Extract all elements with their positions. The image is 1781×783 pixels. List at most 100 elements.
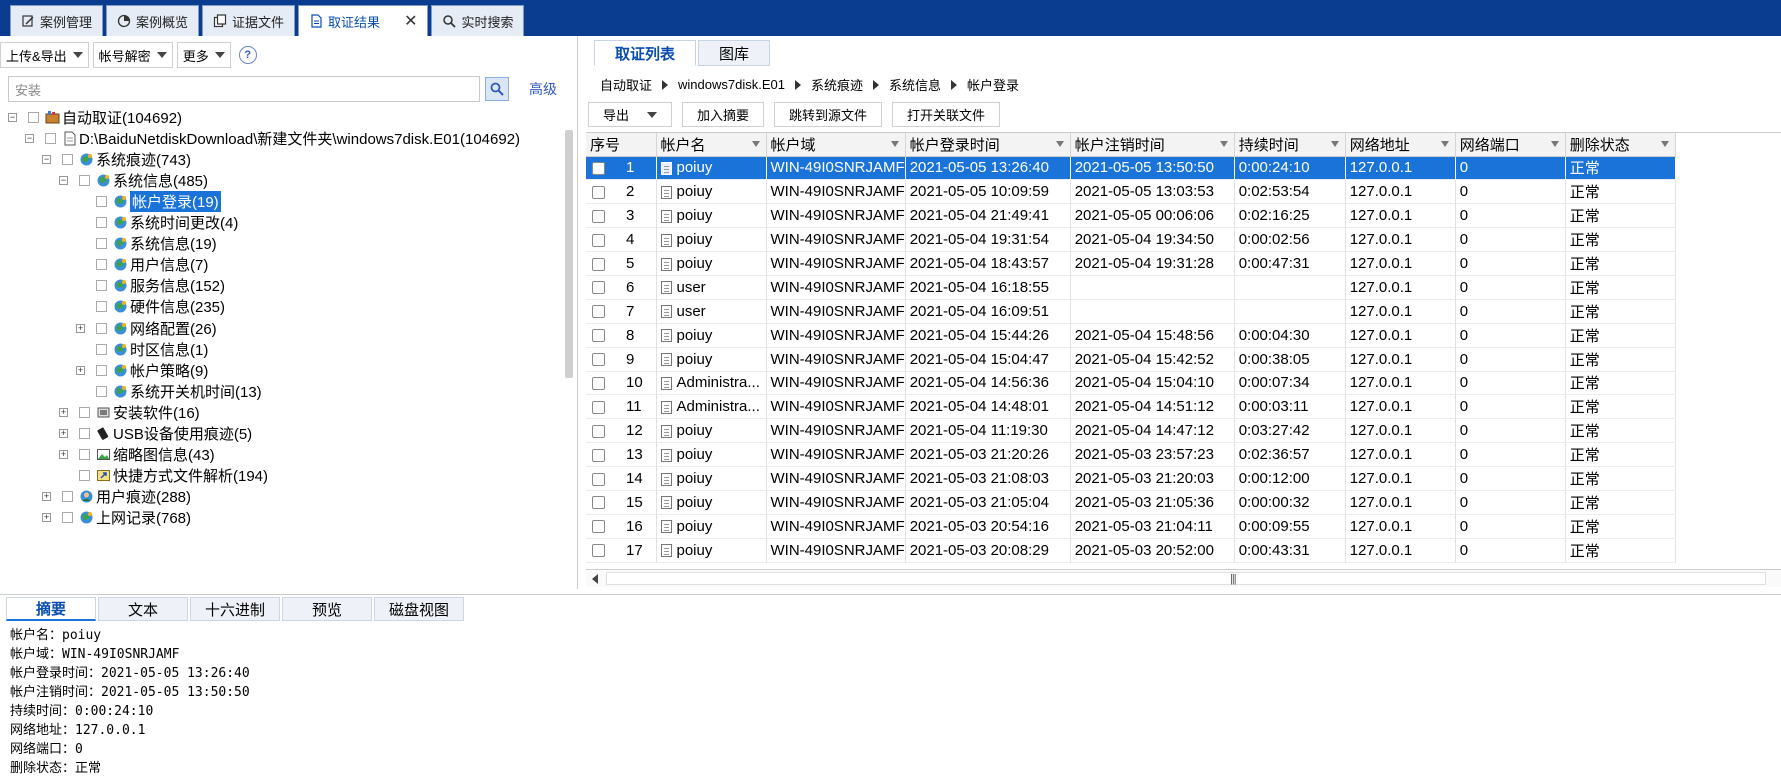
row-checkbox[interactable] xyxy=(592,424,605,438)
filter-icon[interactable] xyxy=(1440,141,1449,147)
result-tab-0[interactable]: 取证列表 xyxy=(594,40,697,66)
row-checkbox[interactable] xyxy=(592,281,605,295)
tree-checkbox[interactable] xyxy=(45,132,56,144)
tree-item[interactable]: 服务信息(152) xyxy=(76,275,225,297)
expand-icon[interactable]: + xyxy=(42,513,51,523)
tree-item[interactable]: + 网络配置(26) xyxy=(76,317,217,339)
column-header[interactable]: 删除状态 xyxy=(1565,133,1676,157)
tree-item[interactable]: 系统开关机时间(13) xyxy=(76,380,262,402)
table-row[interactable]: 2 poiuy WIN-49I0SNRJAMF 2021-05-05 10:09:59… xyxy=(586,179,1676,205)
detail-tab-1[interactable]: 文本 xyxy=(98,597,188,621)
tree-checkbox[interactable] xyxy=(62,512,73,524)
detail-tab-0[interactable]: 摘要 xyxy=(6,597,96,621)
table-row[interactable]: 15 poiuy WIN-49I0SNRJAMF 2021-05-03 21:05:0… xyxy=(586,490,1676,515)
tree-item[interactable]: − D:\BaiduNetdiskDownload\新建文件夹\windows7d… xyxy=(25,127,520,149)
row-checkbox[interactable] xyxy=(592,544,605,558)
column-header[interactable]: 帐户名 xyxy=(656,133,767,157)
detail-tab-2[interactable]: 十六进制 xyxy=(190,597,280,621)
collapse-icon[interactable]: − xyxy=(59,175,68,185)
tree-item[interactable]: + 帐户策略(9) xyxy=(76,359,208,381)
filter-icon[interactable] xyxy=(1055,141,1064,147)
table-row[interactable]: 9 poiuy WIN-49I0SNRJAMF 2021-05-04 15:04:47… xyxy=(586,347,1676,372)
tree-item[interactable]: + 用户痕迹(288) xyxy=(42,486,191,508)
tree-checkbox[interactable] xyxy=(79,470,90,482)
tree-checkbox[interactable] xyxy=(96,217,107,228)
breadcrumb-item[interactable]: 系统痕迹 xyxy=(811,75,863,94)
breadcrumb-item[interactable]: 帐户登录 xyxy=(967,75,1019,94)
tree-checkbox[interactable] xyxy=(79,428,90,439)
expand-icon[interactable]: + xyxy=(59,450,68,460)
column-header[interactable]: 帐户注销时间 xyxy=(1070,133,1235,157)
tree-checkbox[interactable] xyxy=(79,449,90,461)
column-header[interactable]: 序号 xyxy=(586,133,657,157)
column-header[interactable]: 网络端口 xyxy=(1455,133,1566,157)
table-row[interactable]: 11 Administra... WIN-49I0SNRJAMF 2021-05-04… xyxy=(586,394,1676,420)
horizontal-scrollbar[interactable]: ||| xyxy=(586,569,1781,587)
row-checkbox[interactable] xyxy=(592,472,605,486)
table-row[interactable]: 5 poiuy WIN-49I0SNRJAMF 2021-05-04 18:43:57… xyxy=(586,251,1676,276)
column-header[interactable]: 帐户域 xyxy=(766,133,906,157)
row-checkbox[interactable] xyxy=(592,305,605,319)
row-checkbox[interactable] xyxy=(592,520,605,534)
expand-icon[interactable]: + xyxy=(76,323,85,333)
tree-item[interactable]: + 上网记录(768) xyxy=(42,507,191,529)
tree-checkbox[interactable] xyxy=(62,153,73,165)
scrollbar-thumb[interactable] xyxy=(606,572,1766,585)
export-dropdown[interactable]: 导出 xyxy=(588,102,673,127)
tree-item[interactable]: 帐户登录(19) xyxy=(76,190,221,212)
expand-icon[interactable]: + xyxy=(76,365,85,375)
upload-export-dropdown[interactable]: 上传&导出 xyxy=(0,42,89,68)
table-row[interactable]: 14 poiuy WIN-49I0SNRJAMF 2021-05-03 21:08:0… xyxy=(586,466,1676,491)
tree-checkbox[interactable] xyxy=(96,259,107,271)
filter-icon[interactable] xyxy=(1550,141,1559,147)
top-tab-0[interactable]: 案例管理 xyxy=(10,5,104,36)
tree-checkbox[interactable] xyxy=(96,364,107,376)
table-row[interactable]: 6 user WIN-49I0SNRJAMF 2021-05-04 16:18:55 1… xyxy=(586,275,1676,300)
top-tab-3[interactable]: 取证结果 ✕ xyxy=(298,5,429,36)
search-input[interactable]: 安装 xyxy=(8,76,480,102)
tree-item[interactable]: 硬件信息(235) xyxy=(76,296,225,318)
filter-icon[interactable] xyxy=(1219,141,1228,147)
close-icon[interactable]: ✕ xyxy=(404,11,417,31)
tree-item[interactable]: 系统时间更改(4) xyxy=(76,212,238,234)
row-checkbox[interactable] xyxy=(592,161,605,175)
tree-checkbox[interactable] xyxy=(96,322,107,334)
result-tab-1[interactable]: 图库 xyxy=(698,40,771,66)
top-tab-2[interactable]: 证据文件 xyxy=(202,5,296,36)
scroll-left-icon[interactable] xyxy=(592,574,598,584)
breadcrumb-item[interactable]: 自动取证 xyxy=(600,75,652,94)
advanced-search-link[interactable]: 高级 xyxy=(529,79,557,99)
detail-tab-4[interactable]: 磁盘视图 xyxy=(374,597,464,621)
tree-item[interactable]: + 缩略图信息(43) xyxy=(59,444,215,466)
expand-icon[interactable]: + xyxy=(59,407,68,417)
row-checkbox[interactable] xyxy=(592,448,605,462)
table-row[interactable]: 12 poiuy WIN-49I0SNRJAMF 2021-05-04 11:19:3… xyxy=(586,418,1676,444)
detail-tab-3[interactable]: 预览 xyxy=(282,597,372,621)
row-checkbox[interactable] xyxy=(592,496,605,510)
tree-checkbox[interactable] xyxy=(79,174,90,186)
table-row[interactable]: 3 poiuy WIN-49I0SNRJAMF 2021-05-04 21:49:41… xyxy=(586,203,1676,229)
tree-scrollbar[interactable] xyxy=(565,130,573,378)
row-checkbox[interactable] xyxy=(592,329,605,343)
top-tab-1[interactable]: 案例概览 xyxy=(106,5,200,36)
breadcrumb-item[interactable]: windows7disk.E01 xyxy=(678,77,785,92)
row-checkbox[interactable] xyxy=(592,209,605,223)
tree-item[interactable]: 系统信息(19) xyxy=(76,233,217,255)
table-row[interactable]: 16 poiuy WIN-49I0SNRJAMF 2021-05-03 20:54:1… xyxy=(586,514,1676,539)
tree-checkbox[interactable] xyxy=(96,343,107,355)
row-checkbox[interactable] xyxy=(592,233,605,247)
tree-checkbox[interactable] xyxy=(79,406,90,418)
row-checkbox[interactable] xyxy=(592,353,605,367)
tree-checkbox[interactable] xyxy=(96,238,107,250)
table-row[interactable]: 17 poiuy WIN-49I0SNRJAMF 2021-05-03 20:08:2… xyxy=(586,538,1676,563)
filter-icon[interactable] xyxy=(1660,141,1669,147)
tree-item[interactable]: − 系统信息(485) xyxy=(59,169,208,191)
tree-checkbox[interactable] xyxy=(96,195,107,207)
filter-icon[interactable] xyxy=(1330,141,1339,147)
expand-icon[interactable]: + xyxy=(59,429,68,438)
table-row[interactable]: 8 poiuy WIN-49I0SNRJAMF 2021-05-04 15:44:26… xyxy=(586,323,1676,348)
expand-icon[interactable]: + xyxy=(42,492,51,502)
column-header[interactable]: 帐户登录时间 xyxy=(905,133,1071,157)
collapse-icon[interactable]: − xyxy=(42,154,51,164)
help-icon[interactable]: ? xyxy=(238,46,257,64)
